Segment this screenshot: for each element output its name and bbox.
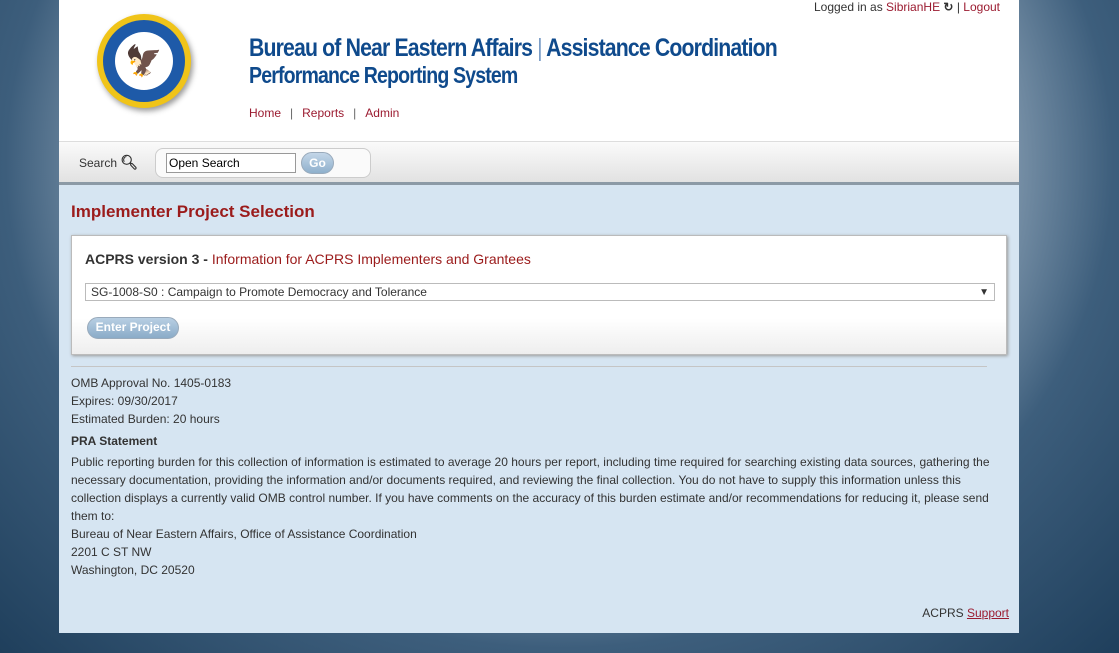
separator: | xyxy=(956,0,960,14)
version-label: ACPRS version 3 - xyxy=(85,251,212,267)
chevron-down-icon: ▼ xyxy=(979,287,989,298)
page-title: Implementer Project Selection xyxy=(71,202,315,221)
project-selection-panel: ACPRS version 3 - Information for ACPRS … xyxy=(71,235,1007,355)
search-box: Go xyxy=(155,148,371,178)
nav-admin[interactable]: Admin xyxy=(365,106,399,120)
footer: ACPRS Support xyxy=(922,606,1009,620)
login-prefix: Logged in as xyxy=(813,0,887,14)
logout-link[interactable]: Logout xyxy=(963,0,1000,14)
footer-prefix: ACPRS xyxy=(922,606,967,620)
pra-title: PRA Statement xyxy=(71,434,158,448)
site-subtitle: Performance Reporting System xyxy=(249,62,518,88)
user-link[interactable]: SibrianHE xyxy=(886,0,940,14)
divider xyxy=(71,366,987,367)
page: 🦅 Logged in as SibrianHE ↻ | Logout Bure… xyxy=(59,0,1019,633)
address-line-2: 2201 C ST NW xyxy=(71,545,152,559)
nav-home[interactable]: Home xyxy=(249,106,281,120)
title-separator: | xyxy=(537,34,542,62)
nav-reports[interactable]: Reports xyxy=(302,106,344,120)
site-title: Bureau of Near Eastern Affairs | Assista… xyxy=(249,34,778,63)
estimated-burden: Estimated Burden: 20 hours xyxy=(71,412,220,426)
search-input[interactable] xyxy=(166,153,296,173)
nav-sep: | xyxy=(353,106,357,120)
go-button[interactable]: Go xyxy=(301,152,334,174)
project-select[interactable]: SG-1008-S0 : Campaign to Promote Democra… xyxy=(85,283,995,301)
expires: Expires: 09/30/2017 xyxy=(71,394,178,408)
login-info: Logged in as SibrianHE ↻ | Logout xyxy=(814,0,1000,14)
enter-project-button[interactable]: Enter Project xyxy=(87,317,179,339)
version-line: ACPRS version 3 - Information for ACPRS … xyxy=(85,251,531,267)
search-bar: Search 🔍︎ Go xyxy=(59,141,1019,185)
search-label-text: Search xyxy=(79,156,118,170)
department-of-state-seal-logo: 🦅 xyxy=(97,14,191,108)
header: 🦅 Logged in as SibrianHE ↻ | Logout Bure… xyxy=(59,0,1019,141)
title-bureau: Bureau of Near Eastern Affairs xyxy=(249,34,533,62)
nav-sep: | xyxy=(290,106,294,120)
omb-info: OMB Approval No. 1405-0183 Expires: 09/3… xyxy=(71,374,1001,579)
info-link[interactable]: Information for ACPRS Implementers and G… xyxy=(212,251,531,267)
main-nav: Home | Reports | Admin xyxy=(249,106,399,120)
pra-text: Public reporting burden for this collect… xyxy=(71,455,990,523)
search-icon: 🔍︎ xyxy=(120,154,139,170)
support-link[interactable]: Support xyxy=(967,606,1009,620)
refresh-icon[interactable]: ↻ xyxy=(943,0,953,14)
selected-project: SG-1008-S0 : Campaign to Promote Democra… xyxy=(91,285,427,299)
title-assistance: Assistance Coordination xyxy=(546,34,778,62)
address-line-1: Bureau of Near Eastern Affairs, Office o… xyxy=(71,527,417,541)
address-line-3: Washington, DC 20520 xyxy=(71,563,195,577)
omb-approval: OMB Approval No. 1405-0183 xyxy=(71,376,232,390)
search-label: Search 🔍︎ xyxy=(79,154,138,171)
